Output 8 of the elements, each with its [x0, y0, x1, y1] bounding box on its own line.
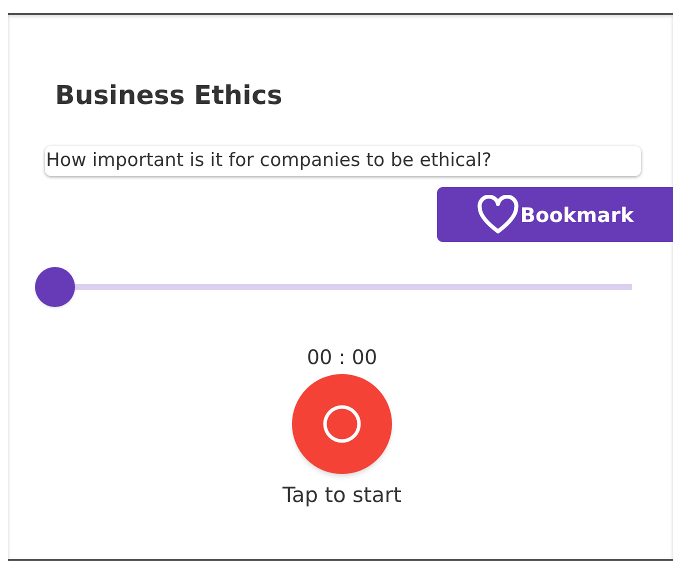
circle-icon — [322, 404, 362, 444]
heart-icon — [476, 194, 520, 234]
page-title: Business Ethics — [55, 80, 282, 113]
slider-thumb[interactable] — [35, 267, 75, 307]
timer: 00 : 00 — [306, 344, 378, 371]
question-card: How important is it for companies to be ethical? — [45, 146, 641, 176]
bookmark-button[interactable]: Bookmark — [437, 187, 673, 242]
hint-text: Tap to start — [282, 482, 402, 509]
